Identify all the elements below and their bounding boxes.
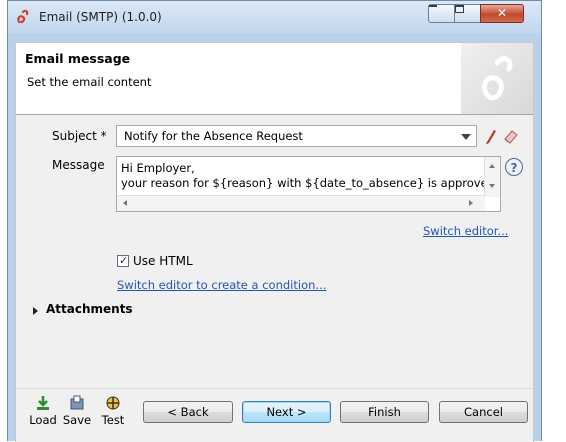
save-label: Save	[62, 413, 92, 427]
load-label: Load	[29, 413, 57, 427]
title-bar[interactable]: Email (SMTP) (1.0.0) ✕	[8, 1, 541, 33]
load-icon	[37, 396, 49, 410]
message-textarea[interactable]: Hi Employer, your reason for ${reason} w…	[116, 156, 501, 212]
close-icon: ✕	[496, 6, 508, 20]
eraser-icon[interactable]	[502, 127, 520, 145]
message-line-2: your reason for ${reason} with ${date_to…	[121, 176, 499, 190]
save-button[interactable]: Save	[62, 395, 92, 427]
back-button[interactable]: < Back	[143, 401, 233, 423]
vertical-scrollbar[interactable]	[484, 157, 500, 197]
horizontal-scrollbar[interactable]	[117, 195, 485, 211]
scroll-down-icon[interactable]	[489, 184, 495, 188]
subject-value: Notify for the Absence Request	[124, 129, 303, 143]
minimize-icon	[429, 5, 437, 7]
attachments-section[interactable]: Attachments	[46, 302, 133, 316]
wizard-footer: Load Save Test < Back Next > Finish Canc…	[16, 388, 533, 442]
wizard-content: Email message Set the email content Subj…	[15, 42, 534, 442]
use-html-checkbox[interactable]: ✓	[117, 254, 129, 267]
test-label: Test	[101, 413, 125, 427]
page-subtitle: Set the email content	[27, 75, 152, 89]
expand-arrow-icon[interactable]	[33, 307, 38, 315]
subject-combo[interactable]: Notify for the Absence Request	[116, 125, 477, 147]
message-label: Message	[52, 158, 105, 172]
help-icon[interactable]: ?	[505, 158, 523, 176]
page-header: Email message Set the email content	[16, 43, 533, 115]
bonita-logo-icon	[17, 9, 29, 24]
load-button[interactable]: Load	[28, 395, 58, 427]
subject-label: Subject *	[52, 129, 107, 143]
message-line-1: Hi Employer,	[121, 161, 195, 175]
test-button[interactable]: Test	[98, 395, 128, 427]
checkmark-icon: ✓	[119, 254, 129, 267]
save-icon	[70, 395, 84, 410]
switch-editor-link[interactable]: Switch editor...	[423, 224, 508, 238]
scroll-left-icon[interactable]	[123, 200, 127, 206]
header-logo	[461, 43, 533, 114]
close-button[interactable]: ✕	[480, 4, 524, 23]
next-button[interactable]: Next >	[242, 401, 331, 423]
window-title: Email (SMTP) (1.0.0)	[39, 10, 162, 24]
wizard-window: Email (SMTP) (1.0.0) ✕ Email message Set…	[7, 0, 542, 442]
pencil-icon[interactable]	[484, 127, 498, 145]
bonita-logo-icon	[481, 56, 513, 101]
switch-condition-link[interactable]: Switch editor to create a condition...	[117, 278, 326, 292]
use-html-label[interactable]: Use HTML	[133, 254, 193, 268]
page-title: Email message	[25, 51, 131, 66]
scroll-right-icon[interactable]	[469, 200, 473, 206]
scroll-up-icon[interactable]	[489, 164, 495, 168]
maximize-button[interactable]	[454, 4, 481, 23]
cancel-button[interactable]: Cancel	[439, 401, 528, 423]
chevron-down-icon[interactable]	[461, 134, 471, 140]
minimize-button[interactable]	[428, 4, 455, 23]
test-icon	[106, 396, 120, 410]
finish-button[interactable]: Finish	[340, 401, 429, 423]
maximize-icon	[455, 5, 464, 13]
